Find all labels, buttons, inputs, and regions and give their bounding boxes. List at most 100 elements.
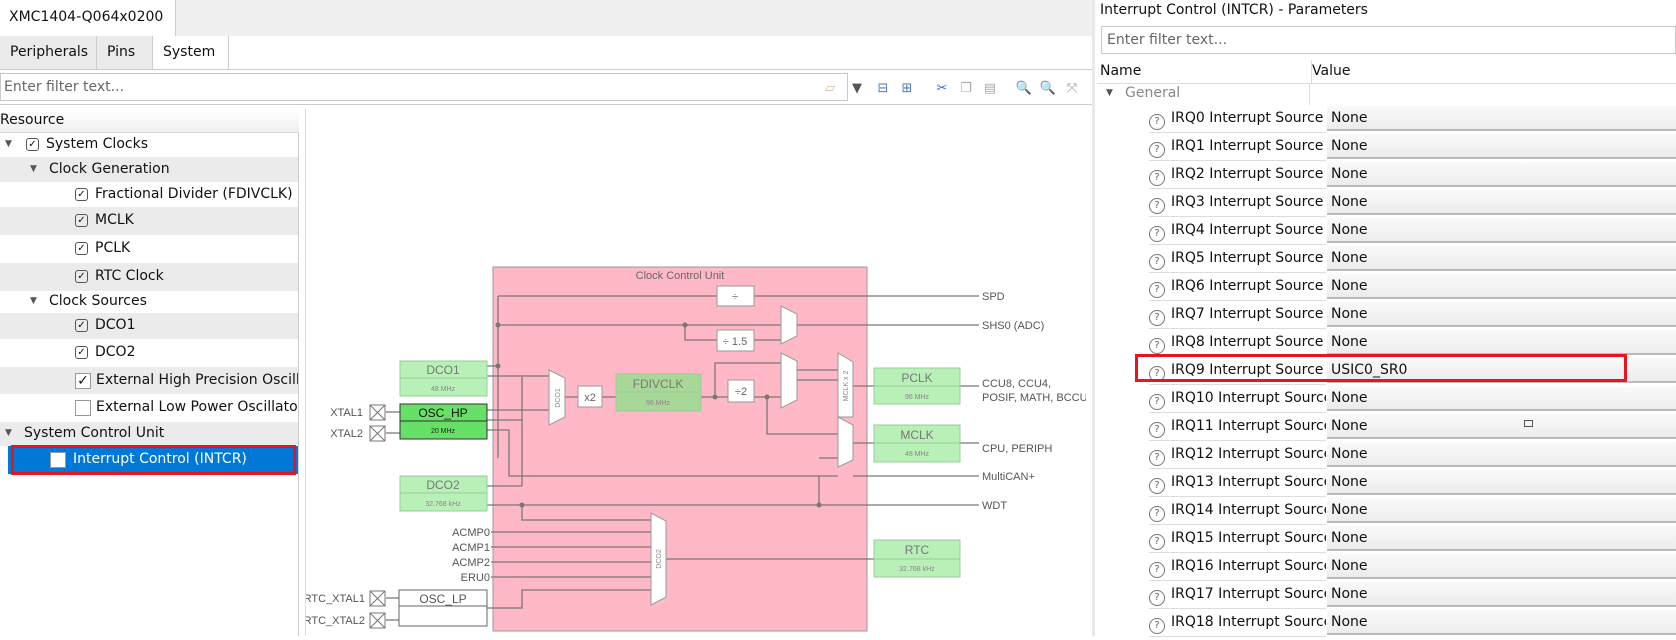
help-icon[interactable]: ? (1149, 422, 1165, 438)
parameter-name-text: IRQ10 Interrupt Source (1171, 390, 1326, 406)
editor-tab[interactable]: XMC1404-Q064x0200 (0, 0, 176, 36)
eraser-icon[interactable]: ▱ (820, 78, 840, 98)
help-icon[interactable]: ? (1149, 534, 1165, 550)
expand-arrow-icon[interactable]: ▼ (30, 164, 37, 174)
help-icon[interactable]: ? (1149, 310, 1165, 326)
parameter-value-dropdown[interactable]: None (1327, 582, 1676, 607)
dco2-block[interactable]: DCO2 32.768 kHz (399, 475, 488, 512)
parameter-value-dropdown[interactable]: None (1327, 414, 1676, 439)
mclk-block[interactable]: MCLK 48 MHz (873, 424, 961, 463)
parameter-value-dropdown[interactable]: None (1327, 386, 1676, 411)
parameter-value-dropdown[interactable]: None (1327, 274, 1676, 299)
fdivclk-block[interactable]: FDIVCLK 96 MHz (615, 373, 702, 412)
dco1-block[interactable]: DCO1 48 MHz (399, 360, 488, 397)
parameter-name: ? IRQ9 Interrupt Source (1149, 357, 1326, 385)
parameter-row: ? IRQ1 Interrupt Source None (1095, 133, 1676, 161)
paste-icon[interactable]: ▤ (980, 78, 1000, 98)
help-icon[interactable]: ? (1149, 338, 1165, 354)
parameters-filter-input[interactable]: Enter filter text... (1101, 26, 1676, 54)
fit-icon[interactable]: ⤧ (1062, 78, 1082, 98)
column-value-header[interactable]: Value (1309, 60, 1350, 83)
parameter-value-dropdown[interactable]: None (1327, 134, 1676, 159)
parameter-value-dropdown[interactable]: None (1327, 218, 1676, 243)
parameter-value-dropdown[interactable]: None (1327, 554, 1676, 579)
tree-item[interactable]: ✓ DCO1 (0, 313, 298, 339)
tab-system[interactable]: System (153, 36, 229, 69)
help-icon[interactable]: ? (1149, 562, 1165, 578)
parameter-value-dropdown[interactable]: None (1327, 442, 1676, 467)
help-icon[interactable]: ? (1149, 198, 1165, 214)
pclk-block[interactable]: PCLK 96 MHz (873, 367, 961, 405)
parameter-value-dropdown[interactable]: None (1327, 470, 1676, 495)
tree-item[interactable]: ▼ System Control Unit (0, 422, 298, 446)
tree-item[interactable]: ✓ External High Precision Oscillator (0, 367, 298, 394)
column-name-header[interactable]: Name (1097, 60, 1312, 83)
dropdown-handle-icon[interactable] (1524, 420, 1533, 427)
tree-item[interactable]: ✓ PCLK (0, 235, 298, 263)
help-icon[interactable]: ? (1149, 366, 1165, 382)
parameter-value-dropdown[interactable]: None (1327, 526, 1676, 551)
tree-item[interactable]: External Low Power Oscillator (0, 394, 298, 422)
tree-item[interactable]: ▼ ✓ System Clocks (0, 133, 298, 157)
expand-arrow-icon[interactable]: ▼ (1106, 88, 1113, 98)
parameter-row: ? IRQ0 Interrupt Source None (1095, 105, 1676, 133)
osc-lp-block[interactable]: OSC_LP (398, 589, 488, 627)
expand-arrow-icon[interactable]: ▼ (5, 428, 12, 438)
group-general[interactable]: ▼ General (1097, 83, 1676, 105)
rtc-block[interactable]: RTC 32.768 kHz (873, 539, 961, 578)
zoom-in-icon[interactable]: 🔍 (1014, 78, 1034, 98)
copy-icon[interactable]: ❐ (956, 78, 976, 98)
parameter-value-dropdown[interactable]: None (1327, 610, 1676, 635)
zoom-out-icon[interactable]: 🔍 (1038, 78, 1058, 98)
parameter-value-dropdown[interactable]: None (1327, 106, 1676, 131)
tree-item[interactable]: ▼ Clock Generation (0, 157, 298, 182)
help-icon[interactable]: ? (1149, 254, 1165, 270)
osc-hp-block[interactable]: OSC_HP 20 MHz (399, 403, 488, 440)
help-icon[interactable]: ? (1149, 506, 1165, 522)
help-icon[interactable]: ? (1149, 170, 1165, 186)
tree-item[interactable]: ▼ Clock Sources (0, 291, 298, 313)
editor-tab-bar: XMC1404-Q064x0200 (0, 0, 1092, 37)
collapse-all-icon[interactable]: ⊟ (873, 78, 893, 98)
cut-icon[interactable]: ✂ (932, 78, 952, 98)
expand-arrow-icon[interactable]: ▼ (30, 296, 37, 306)
parameter-value-dropdown[interactable]: None (1327, 190, 1676, 215)
expand-arrow-icon[interactable]: ▼ (5, 139, 12, 149)
help-icon[interactable]: ? (1149, 394, 1165, 410)
parameter-row: ? IRQ4 Interrupt Source None (1095, 217, 1676, 245)
parameter-value-dropdown[interactable]: None (1327, 498, 1676, 523)
checkbox[interactable]: ✓ (75, 372, 91, 389)
parameter-value-dropdown[interactable]: None (1327, 330, 1676, 355)
tree-item[interactable]: ✓ RTC Clock (0, 263, 298, 291)
help-icon[interactable]: ? (1149, 590, 1165, 606)
resource-filter-input[interactable]: Enter filter text... (0, 73, 848, 101)
parameter-value-dropdown[interactable]: None (1327, 246, 1676, 271)
checkbox[interactable]: ✓ (50, 452, 66, 468)
checkbox[interactable] (75, 400, 91, 416)
help-icon[interactable]: ? (1149, 282, 1165, 298)
help-icon[interactable]: ? (1149, 226, 1165, 242)
filter-icon[interactable]: ▼ (847, 78, 867, 98)
expand-all-icon[interactable]: ⊞ (897, 78, 917, 98)
help-icon[interactable]: ? (1149, 618, 1165, 634)
parameter-name: ? IRQ4 Interrupt Source (1149, 217, 1326, 245)
tree-item[interactable]: ✓ Fractional Divider (FDIVCLK) (0, 182, 298, 207)
tree-item[interactable]: ✓ MCLK (0, 207, 298, 235)
parameter-name-text: IRQ8 Interrupt Source (1171, 334, 1324, 350)
parameter-value-dropdown[interactable]: None (1327, 162, 1676, 187)
help-icon[interactable]: ? (1149, 114, 1165, 130)
parameter-name-text: IRQ12 Interrupt Source (1171, 446, 1326, 462)
help-icon[interactable]: ? (1149, 450, 1165, 466)
parameter-value-dropdown[interactable]: USIC0_SR0 (1327, 358, 1676, 383)
tree-item[interactable]: ✓ DCO2 (0, 339, 298, 367)
tree-item-label: RTC Clock (95, 268, 164, 284)
clock-diagram-pane: Clock Control Unit ÷ ÷ 1.5 DCO1 48 MHz O… (304, 108, 1088, 636)
help-icon[interactable]: ? (1149, 478, 1165, 494)
parameter-value-dropdown[interactable]: None (1327, 302, 1676, 327)
parameter-name: ? IRQ7 Interrupt Source (1149, 301, 1326, 329)
tree-item[interactable]: ✓ Interrupt Control (INTCR) (8, 446, 298, 474)
mclk-x2-mux-label: MCLK x 2 (843, 371, 850, 402)
tab-pins[interactable]: Pins (97, 36, 153, 69)
tab-peripherals[interactable]: Peripherals (0, 36, 97, 69)
help-icon[interactable]: ? (1149, 142, 1165, 158)
